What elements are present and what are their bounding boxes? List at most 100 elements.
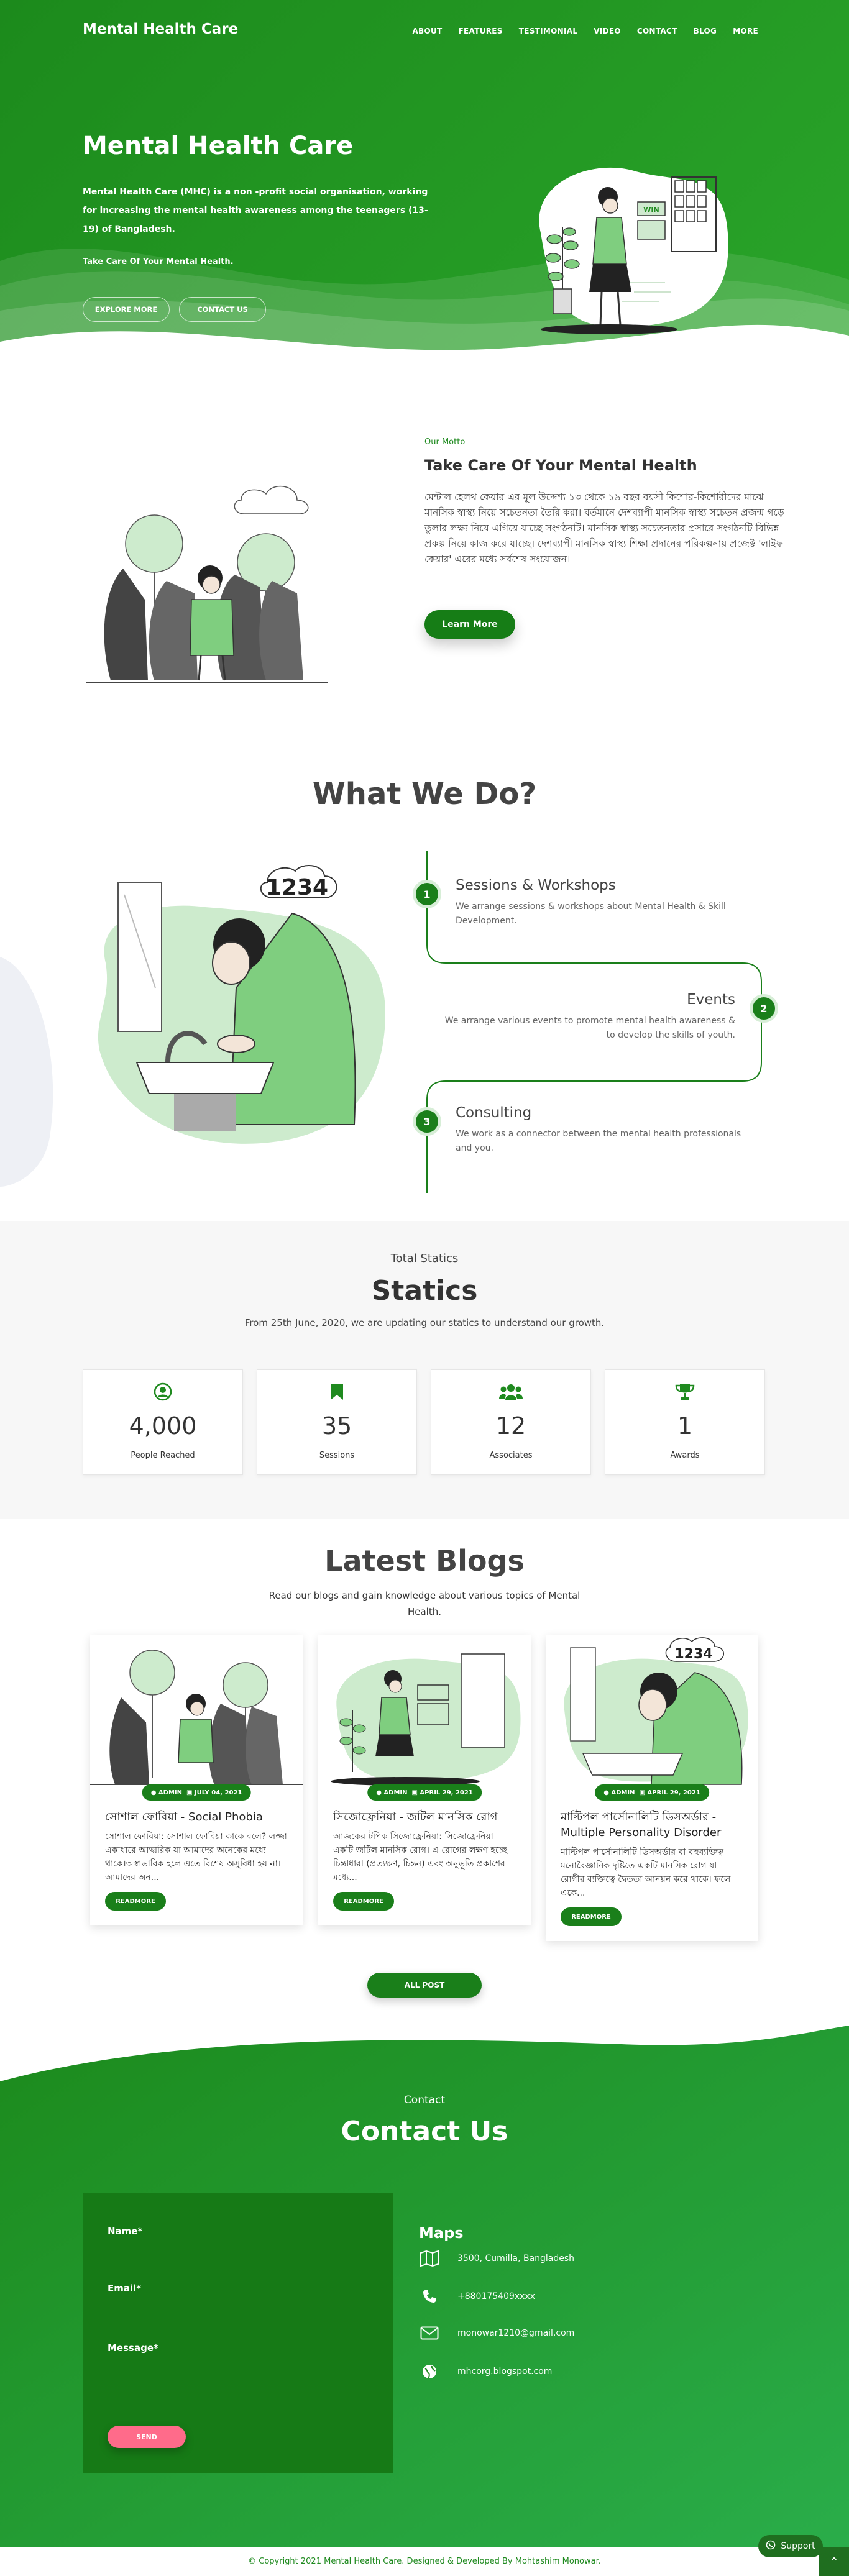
email-row: monowar1210@gmail.com — [419, 2326, 574, 2340]
number-board-text: 1234 — [266, 875, 328, 900]
readmore-button[interactable]: READMORE — [561, 1907, 622, 1926]
contact-us-button[interactable]: CONTACT US — [179, 297, 266, 322]
about-title: Take Care Of Your Mental Health — [424, 457, 697, 474]
all-post-button[interactable]: ALL POST — [367, 1973, 482, 1998]
envelope-icon — [419, 2326, 440, 2340]
blog-card[interactable]: ● ADMIN ▣ APRIL 29, 2021 সিজোফ্রেনিয়া -… — [318, 1635, 531, 1925]
maps-title: Maps — [419, 2224, 464, 2242]
blog-image[interactable] — [90, 1635, 303, 1791]
website-text[interactable]: mhcorg.blogspot.com — [457, 2367, 552, 2377]
hero-illustration: WIN — [539, 167, 728, 334]
contact-tag: Contact — [403, 2094, 446, 2106]
user-circle-icon — [83, 1382, 242, 1406]
blog-date: JULY 04, 2021 — [194, 1789, 242, 1796]
blog-author: ADMIN — [383, 1789, 408, 1796]
blog-meta: ● ADMIN ▣ JULY 04, 2021 — [142, 1784, 251, 1801]
blog-author: ADMIN — [611, 1789, 635, 1796]
user-icon: ● — [603, 1789, 612, 1796]
address-text: 3500, Cumilla, Bangladesh — [457, 2254, 575, 2263]
about-text: মেন্টাল হেলথ কেয়ার এর মূল উদ্দেশ্য ১৩ থ… — [424, 491, 784, 565]
email-text[interactable]: monowar1210@gmail.com — [457, 2328, 574, 2338]
step-3-number: 3 — [413, 1107, 441, 1136]
blog-image[interactable]: 1234 — [546, 1635, 758, 1791]
blog-card[interactable]: ● ADMIN ▣ JULY 04, 2021 সোশাল ফোবিয়া - … — [90, 1635, 303, 1925]
scroll-top-button[interactable]: ⌃ — [819, 2547, 849, 2576]
blog-excerpt: সোশাল ফোবিয়া: সোশাল ফোবিয়া কাকে বলে? ল… — [105, 1832, 287, 1883]
what-we-do-title: What We Do? — [312, 777, 537, 811]
nav-more[interactable]: MORE — [733, 27, 758, 35]
step-1-title: Sessions & Workshops — [456, 877, 616, 893]
bookmark-icon — [257, 1382, 416, 1406]
hero-tagline: Take Care Of Your Mental Health. — [83, 257, 234, 267]
blog-meta: ● ADMIN ▣ APRIL 29, 2021 — [595, 1784, 709, 1801]
phone-row: +880175409xxxx — [419, 2289, 535, 2304]
stat-label: Awards — [670, 1451, 700, 1460]
message-label: Message* — [108, 2342, 158, 2354]
nav-about[interactable]: ABOUT — [412, 27, 442, 35]
blog-date: APRIL 29, 2021 — [647, 1789, 700, 1796]
about-illustration — [86, 485, 328, 683]
address-row: 3500, Cumilla, Bangladesh — [419, 2250, 574, 2267]
explore-more-button[interactable]: EXPLORE MORE — [83, 297, 170, 322]
statics-subtitle: From 25th June, 2020, we are updating ou… — [244, 1317, 605, 1328]
about-tag: Our Motto — [424, 437, 466, 447]
calendar-icon: ▣ — [635, 1789, 648, 1796]
nav-video[interactable]: VIDEO — [594, 27, 621, 35]
step-3-title: Consulting — [456, 1105, 532, 1121]
step-2-number: 2 — [750, 994, 778, 1023]
step-2-title: Events — [687, 992, 735, 1008]
blog-meta: ● ADMIN ▣ APRIL 29, 2021 — [367, 1784, 482, 1801]
statics-title: Statics — [371, 1275, 478, 1307]
nav-features[interactable]: FEATURES — [459, 27, 503, 35]
brand-logo[interactable]: Mental Health Care — [83, 21, 238, 37]
chevron-up-icon: ⌃ — [829, 2555, 839, 2569]
number-board-text: 1234 — [674, 1647, 712, 1662]
email-label: Email* — [108, 2283, 142, 2294]
nav-testimonial[interactable]: TESTIMONIAL — [519, 27, 578, 35]
step-2-desc: We arrange various events to promote men… — [444, 1016, 735, 1040]
stat-label: People Reached — [131, 1451, 195, 1460]
footer-copyright: © Copyright 2021 Mental Health Care. Des… — [0, 2547, 849, 2576]
send-button[interactable]: SEND — [108, 2426, 186, 2448]
contact-form: Name* Email* Message* SEND — [83, 2193, 393, 2473]
blog-author: ADMIN — [158, 1789, 182, 1796]
stat-card-awards: 1 Awards — [605, 1369, 765, 1475]
statics-tag: Total Statics — [390, 1252, 459, 1265]
main-nav: ABOUT FEATURES TESTIMONIAL VIDEO CONTACT… — [412, 27, 758, 35]
decorative-blob — [0, 957, 53, 1187]
hero-title: Mental Health Care — [83, 132, 354, 160]
readmore-button[interactable]: READMORE — [333, 1892, 394, 1911]
user-icon: ● — [150, 1789, 158, 1796]
whatsapp-icon — [766, 2540, 776, 2552]
step-1-number: 1 — [413, 880, 441, 908]
nav-blog[interactable]: BLOG — [694, 27, 717, 35]
blogs-subtitle: Read our blogs and gain knowledge about … — [268, 1590, 581, 1617]
support-label: Support — [781, 2541, 815, 2551]
stat-value: 1 — [677, 1412, 693, 1440]
hero-section: Mental Health Care ABOUT FEATURES TESTIM… — [0, 0, 849, 385]
what-we-do-illustration: 1234 — [98, 864, 385, 1144]
blog-image[interactable] — [318, 1635, 531, 1791]
name-label: Name* — [108, 2226, 143, 2237]
trophy-icon — [605, 1382, 764, 1406]
readmore-button[interactable]: READMORE — [105, 1892, 166, 1911]
learn-more-button[interactable]: Learn More — [424, 610, 515, 639]
step-1-desc: We arrange sessions & workshops about Me… — [456, 902, 726, 926]
win-sign-text: WIN — [643, 206, 659, 214]
blogs-title: Latest Blogs — [324, 1544, 525, 1578]
contact-title: Contact Us — [341, 2116, 508, 2147]
stat-value: 4,000 — [129, 1412, 197, 1440]
hero-description: Mental Health Care (MHC) is a non -profi… — [83, 187, 428, 234]
calendar-icon: ▣ — [182, 1789, 195, 1796]
website-row: mhcorg.blogspot.com — [419, 2364, 552, 2380]
stat-card-sessions: 35 Sessions — [257, 1369, 417, 1475]
blog-excerpt: মাল্টিপল পার্সোনালিটি ডিসঅর্ডার বা বহুব্… — [561, 1847, 731, 1898]
stat-label: Sessions — [319, 1451, 355, 1460]
support-button[interactable]: Support — [758, 2535, 823, 2557]
phone-text[interactable]: +880175409xxxx — [457, 2291, 535, 2301]
stat-card-people: 4,000 People Reached — [83, 1369, 243, 1475]
blog-card[interactable]: 1234 ● ADMIN ▣ APRIL 29, 2021 মাল্টিপল প… — [546, 1635, 758, 1941]
nav-contact[interactable]: CONTACT — [637, 27, 677, 35]
map-icon — [419, 2250, 440, 2267]
blog-excerpt: আজকের টপিক সিজোফ্রেনিয়া: সিজোফ্রেনিয়া … — [333, 1832, 507, 1883]
